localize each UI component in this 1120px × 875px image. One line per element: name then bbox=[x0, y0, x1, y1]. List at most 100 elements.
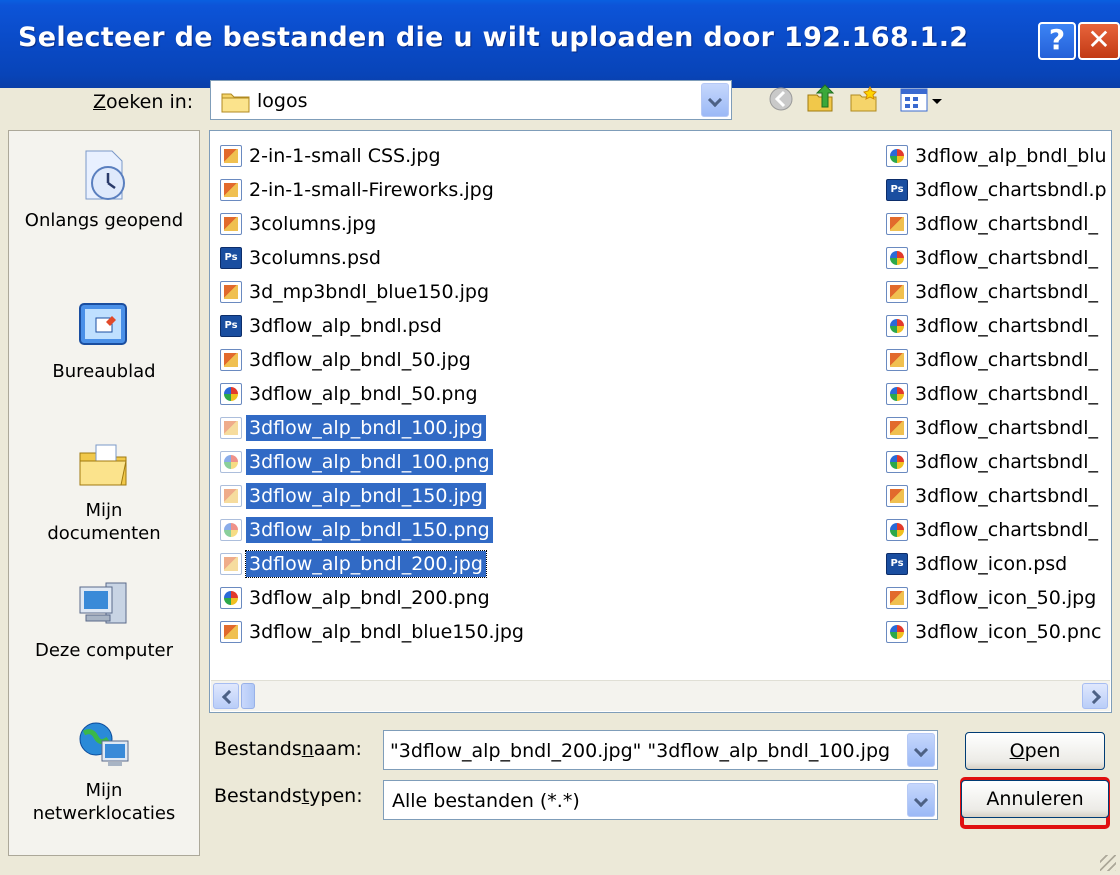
new-folder-icon[interactable] bbox=[848, 83, 880, 115]
help-button[interactable]: ? bbox=[1038, 22, 1076, 60]
filename-label-accel: n bbox=[301, 738, 314, 760]
jpg-file-icon bbox=[886, 485, 908, 507]
file-name: 3dflow_alp_bndl_100.jpg bbox=[246, 415, 486, 441]
close-button[interactable]: ✕ bbox=[1078, 22, 1120, 60]
file-name: 3dflow_chartsbndl_ bbox=[915, 519, 1099, 541]
file-name: 3dflow_chartsbndl_ bbox=[915, 383, 1099, 405]
open-button[interactable]: Open bbox=[965, 732, 1105, 770]
psd-file-icon: Ps bbox=[886, 179, 908, 201]
jpg-file-icon bbox=[220, 485, 242, 507]
lookin-label-accel: Z bbox=[93, 91, 107, 113]
scroll-right-button[interactable] bbox=[1082, 683, 1108, 709]
file-name: 3dflow_chartsbndl_ bbox=[915, 315, 1099, 337]
file-name: 3dflow_alp_bndl_blu bbox=[915, 145, 1107, 167]
lookin-combo[interactable]: logos bbox=[210, 80, 732, 120]
desktop-icon bbox=[79, 303, 127, 345]
scroll-thumb[interactable] bbox=[241, 683, 255, 709]
file-name: 3dflow_alp_bndl_200.png bbox=[249, 587, 490, 609]
filetype-value: Alle bestanden (*.*) bbox=[392, 790, 580, 812]
scroll-left-button[interactable] bbox=[213, 683, 239, 709]
filetype-select[interactable]: Alle bestanden (*.*) bbox=[383, 780, 938, 820]
jpg-file-icon bbox=[220, 281, 242, 303]
psd-file-icon: Ps bbox=[220, 315, 242, 337]
file-name: 3dflow_icon.psd bbox=[915, 553, 1068, 575]
file-name: 3dflow_chartsbndl_ bbox=[915, 213, 1099, 235]
window-title: Selecteer de bestanden die u wilt upload… bbox=[18, 22, 969, 53]
filetype-label-a: Bestands bbox=[214, 785, 302, 807]
file-name: 3columns.jpg bbox=[249, 213, 377, 235]
jpg-file-icon bbox=[220, 417, 242, 439]
file-name: 3dflow_alp_bndl_150.png bbox=[246, 517, 493, 543]
jpg-file-icon bbox=[220, 349, 242, 371]
jpg-file-icon bbox=[220, 621, 242, 643]
lookin-label-text: oeken in: bbox=[106, 91, 194, 113]
file-name: 3dflow_icon_50.pnc bbox=[915, 621, 1102, 643]
filename-dropdown-button[interactable] bbox=[907, 733, 935, 767]
filename-label-a: Bestands bbox=[214, 738, 302, 760]
png-file-icon bbox=[220, 587, 242, 609]
filetype-dropdown-button[interactable] bbox=[907, 783, 935, 817]
place-computer[interactable]: Deze computer bbox=[9, 575, 199, 662]
file-name: 3dflow_icon_50.jpg bbox=[915, 587, 1097, 609]
file-name: 3dflow_chartsbndl_ bbox=[915, 451, 1099, 473]
folder-icon bbox=[221, 93, 250, 113]
jpg-file-icon bbox=[886, 281, 908, 303]
recent-clock-icon bbox=[85, 150, 125, 200]
filename-combo[interactable]: "3dflow_alp_bndl_200.jpg" "3dflow_alp_bn… bbox=[383, 730, 938, 770]
file-name: 2-in-1-small-Fireworks.jpg bbox=[249, 179, 494, 201]
file-name: 3dflow_alp_bndl_blue150.jpg bbox=[249, 621, 524, 643]
view-menu-icon[interactable] bbox=[898, 83, 944, 115]
png-file-icon bbox=[220, 519, 242, 541]
jpg-file-icon bbox=[220, 145, 242, 167]
file-name: 3dflow_chartsbndl_ bbox=[915, 417, 1099, 439]
file-name: 3dflow_alp_bndl_200.jpg bbox=[245, 550, 487, 578]
back-icon[interactable] bbox=[765, 83, 797, 115]
folder-documents-icon bbox=[79, 444, 127, 486]
lookin-dropdown-button[interactable] bbox=[701, 83, 729, 117]
place-documents[interactable]: Mijn documenten bbox=[9, 435, 199, 545]
file-name: 3columns.psd bbox=[249, 247, 381, 269]
file-name: 3dflow_chartsbndl_ bbox=[915, 485, 1099, 507]
file-open-dialog: Selecteer de bestanden die u wilt upload… bbox=[0, 0, 1120, 875]
filename-label: Bestandsnaam: bbox=[214, 738, 362, 760]
filetype-label-b: ypen: bbox=[309, 785, 363, 807]
file-name: 3dflow_chartsbndl.p bbox=[915, 179, 1107, 201]
png-file-icon bbox=[886, 383, 908, 405]
place-recent[interactable]: Onlangs geopend bbox=[9, 145, 199, 232]
horizontal-scrollbar[interactable] bbox=[211, 680, 1110, 711]
png-file-icon bbox=[886, 145, 908, 167]
file-name: 3d_mp3bndl_blue150.jpg bbox=[249, 281, 490, 303]
jpg-file-icon bbox=[886, 587, 908, 609]
file-name: 3dflow_alp_bndl_150.jpg bbox=[246, 483, 486, 509]
place-desktop[interactable]: Bureaublad bbox=[9, 296, 199, 383]
title-bar[interactable]: Selecteer de bestanden die u wilt upload… bbox=[0, 0, 1120, 88]
place-desktop-label: Bureaublad bbox=[52, 361, 156, 382]
cancel-button[interactable]: Annuleren bbox=[961, 780, 1109, 818]
jpg-file-icon bbox=[886, 417, 908, 439]
png-file-icon bbox=[886, 451, 908, 473]
png-file-icon bbox=[886, 247, 908, 269]
jpg-file-icon bbox=[220, 179, 242, 201]
network-globe-icon bbox=[79, 722, 129, 766]
place-computer-label: Deze computer bbox=[35, 640, 173, 661]
file-name: 3dflow_chartsbndl_ bbox=[915, 349, 1099, 371]
file-list[interactable]: 2-in-1-small CSS.jpg 2-in-1-small-Firewor… bbox=[209, 130, 1112, 713]
filename-input[interactable]: "3dflow_alp_bndl_200.jpg" "3dflow_alp_bn… bbox=[390, 740, 904, 762]
place-network[interactable]: Mijn netwerklocaties bbox=[9, 715, 199, 825]
filetype-label: Bestandstypen: bbox=[214, 785, 363, 807]
png-file-icon bbox=[886, 519, 908, 541]
lookin-value: logos bbox=[257, 90, 308, 112]
file-name: 2-in-1-small CSS.jpg bbox=[249, 145, 441, 167]
up-folder-icon[interactable] bbox=[804, 83, 836, 115]
open-label: pen bbox=[1024, 740, 1061, 762]
file-name: 3dflow_alp_bndl.psd bbox=[249, 315, 442, 337]
png-file-icon bbox=[220, 383, 242, 405]
png-file-icon bbox=[886, 315, 908, 337]
jpg-file-icon bbox=[220, 213, 242, 235]
file-name: 3dflow_chartsbndl_ bbox=[915, 281, 1099, 303]
psd-file-icon: Ps bbox=[886, 553, 908, 575]
png-file-icon bbox=[886, 621, 908, 643]
resize-grip[interactable] bbox=[1100, 855, 1116, 871]
file-name: 3dflow_chartsbndl_ bbox=[915, 247, 1099, 269]
jpg-file-icon bbox=[886, 349, 908, 371]
